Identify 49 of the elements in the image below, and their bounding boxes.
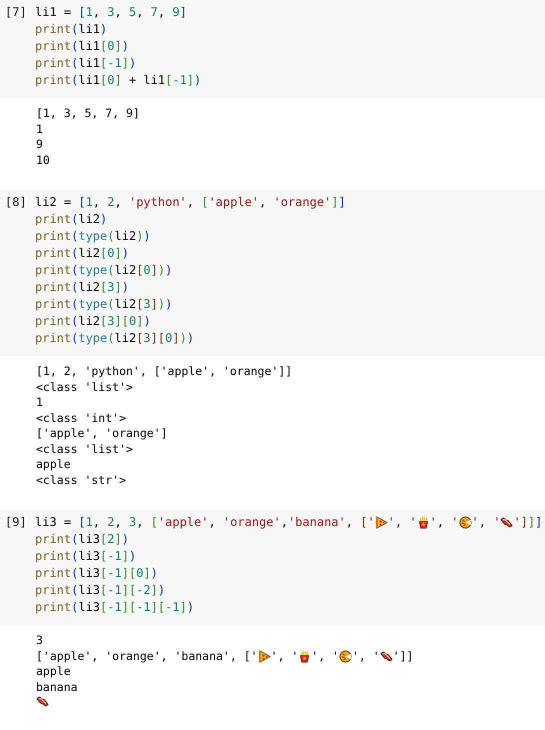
code-line: print(type(li2[3][0])) <box>35 330 194 347</box>
code-line: print(type(li2[3])) <box>35 296 172 313</box>
bacon-icon <box>36 695 49 708</box>
code-line: print(li2[0]) <box>35 245 129 262</box>
code-cell[interactable]: [7] li1 = [1, 3, 5, 7, 9] print(li1) print(li1[0]) print(li1[-1]) print(li1[0] + li1[-1]) <box>0 0 545 98</box>
output-line: 10 <box>36 152 50 168</box>
code-line: print(type(li2)) <box>35 228 151 245</box>
code-line: print(li3[-1]) <box>35 548 136 565</box>
french-fries-icon <box>298 650 312 663</box>
code-line: print(li1[0] + li1[-1]) <box>35 72 202 89</box>
cell-prompt: [9] <box>4 514 28 531</box>
output-line: [1, 3, 5, 7, 9] <box>36 106 140 122</box>
code-line: print(li3[-1][0]) <box>35 565 158 582</box>
output-line: <class 'str'> <box>36 472 126 488</box>
code-line: li3 = [1, 2, 3, ['apple', 'orange','banana', [' ', ' ', ' ', ' ']]] <box>35 514 542 531</box>
pizza-slice-icon <box>258 650 271 663</box>
pizza-slice-icon <box>374 516 388 529</box>
output-line: <class 'list'> <box>36 380 133 395</box>
output-line: [1, 2, 'python', ['apple', 'orange']] <box>36 364 292 380</box>
bacon-icon <box>500 516 514 529</box>
output-line: banana <box>36 680 78 695</box>
output-line: 9 <box>36 137 43 152</box>
french-fries-icon <box>416 516 430 529</box>
code-line: print(li1[0]) <box>35 38 129 55</box>
code-line: print(type(li2[0])) <box>35 262 172 279</box>
output-line: <class 'list'> <box>36 442 133 457</box>
code-line: print(li2) <box>35 211 108 228</box>
output-line: ['apple', 'orange'] <box>36 426 168 442</box>
code-line: print(li2[3][0]) <box>35 313 151 330</box>
code-line: print(li1) <box>35 21 108 38</box>
code-line: print(li3[-1][-1][-1]) <box>35 599 194 616</box>
code-line: print(li1[-1]) <box>35 55 136 72</box>
output-line: <class 'int'> <box>36 410 126 426</box>
output-line: 1 <box>36 122 43 137</box>
cell-prompt: [7] <box>4 4 28 21</box>
code-line: print(li3[-1][-2]) <box>35 582 166 599</box>
output-line: 3 <box>36 633 43 648</box>
code-cell[interactable]: [9] li3 = [1, 2, 3, ['apple', 'orange','banana', [' ', ' ', ' ', ' ']]] print(li3[2]) print(li3[-1]) print(li3[-1][0]) print(li3[-1][-2]) print(li3[-1][-1][-1]) <box>0 510 545 625</box>
cell-prompt: [8] <box>4 194 28 211</box>
code-line: li1 = [1, 3, 5, 7, 9] <box>35 4 187 21</box>
bacon-icon <box>380 650 393 663</box>
output-line: 1 <box>36 395 43 410</box>
code-line: print(li3[2]) <box>35 531 129 548</box>
code-line: li2 = [1, 2, 'python', ['apple', 'orange']] <box>35 194 346 211</box>
code-cell[interactable]: [8] li2 = [1, 2, 'python', ['apple', 'orange']] print(li2) print(type(li2)) print(li2[0]) print(type(li2[0])) print(li2[3]) print(type(li2[3])) print(li2[3][0]) print(type(li2[3][0])) <box>0 190 545 356</box>
output-line: ['apple', 'orange', 'banana', [' ', ' ', ' ', ' ']] <box>36 648 414 664</box>
output-line: apple <box>36 664 71 680</box>
output-line: apple <box>36 457 71 472</box>
code-line: print(li2[3]) <box>35 279 129 296</box>
